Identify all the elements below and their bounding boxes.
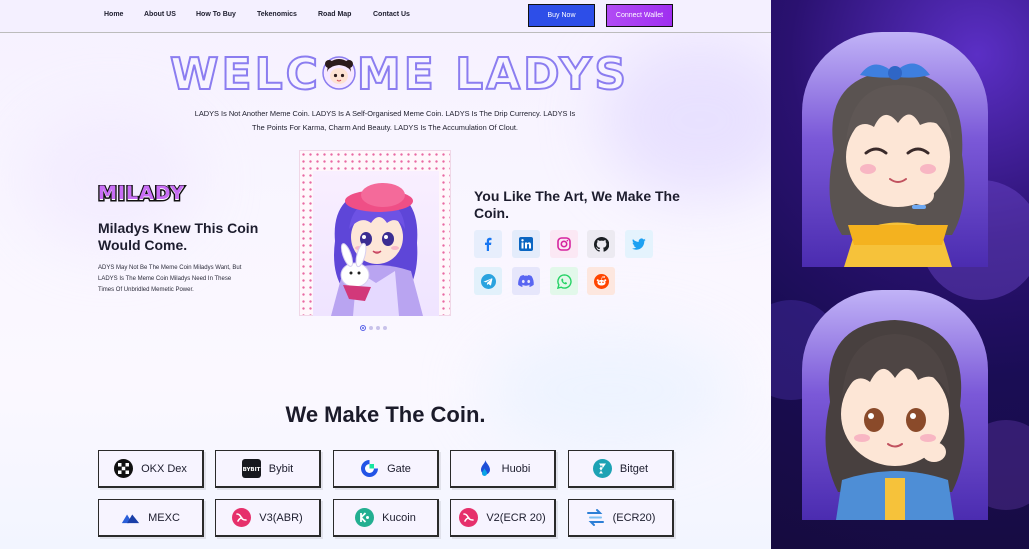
exchange-label: V2(ECR 20) <box>486 511 546 524</box>
chibi-girl-illustration <box>829 63 965 267</box>
connect-wallet-button[interactable]: Connect Wallet <box>606 4 673 27</box>
hero-title: WELC ME LADYS <box>169 49 627 101</box>
facebook-link[interactable] <box>474 230 502 258</box>
nav-home-link[interactable]: Home <box>104 11 123 18</box>
hero-title-right: ME LADYS <box>356 49 630 101</box>
huobi-icon <box>475 459 494 478</box>
kucoin-icon <box>355 508 375 527</box>
milady-logo: MILADY MILADY <box>97 182 186 207</box>
navbar: Home About US How To Buy Tekenomics Road… <box>0 0 771 33</box>
gate-icon <box>360 459 379 478</box>
exchange-mexc-button[interactable]: MEXC <box>98 499 204 537</box>
discord-link[interactable] <box>512 267 540 295</box>
exchange-gate-button[interactable]: Gate <box>333 450 439 488</box>
exchange-v2-button[interactable]: V2(ECR 20) <box>450 499 556 537</box>
exchange-bybit-button[interactable]: BYBIT Bybit <box>215 450 321 488</box>
buy-now-button[interactable]: Buy Now <box>528 4 595 27</box>
svg-text:BYBIT: BYBIT <box>242 467 260 473</box>
github-icon <box>593 236 609 252</box>
facebook-icon <box>485 237 492 251</box>
decorative-panel <box>771 0 1029 549</box>
nav-tokenomics-link[interactable]: Tekenomics <box>257 11 297 18</box>
mexc-icon <box>121 508 140 527</box>
instagram-icon <box>557 237 571 251</box>
nav-road-map-link[interactable]: Road Map <box>318 11 351 18</box>
exchange-label: Gate <box>387 462 411 475</box>
background-blob <box>480 330 740 450</box>
github-link[interactable] <box>587 230 615 258</box>
okx-icon <box>114 459 134 478</box>
telegram-icon <box>480 273 496 289</box>
exchanges-heading: We Make The Coin. <box>0 402 771 428</box>
lady-avatar-icon <box>322 56 356 90</box>
carousel-dot[interactable] <box>376 326 380 330</box>
exchange-label: Bybit <box>268 462 294 475</box>
left-description-line: ADYS May Not Be The Meme Coin Miladys Wa… <box>98 265 242 271</box>
uniswap-icon <box>459 508 479 527</box>
carousel-dots <box>360 325 387 331</box>
instagram-link[interactable] <box>550 230 578 258</box>
exchange-label: V3(ABR) <box>259 511 303 524</box>
exchange-kucoin-button[interactable]: Kucoin <box>333 499 439 537</box>
left-heading: Miladys Knew This Coin Would Come. <box>98 220 259 253</box>
intro-text-line: LADYS Is Not Another Meme Coin. LADYS Is… <box>194 109 576 118</box>
swap-icon <box>586 508 605 527</box>
carousel-dot[interactable] <box>360 325 366 331</box>
exchange-okx-button[interactable]: OKX Dex <box>98 450 204 488</box>
linkedin-icon <box>519 237 533 251</box>
chibi-girl-illustration <box>825 320 965 520</box>
exchange-label: Huobi <box>501 462 531 475</box>
social-heading: You Like The Art, We Make The Coin. <box>474 188 680 221</box>
whatsapp-link[interactable] <box>550 267 578 295</box>
exchange-v3-button[interactable]: V3(ABR) <box>215 499 321 537</box>
bitget-icon <box>592 459 612 478</box>
exchange-label: OKX Dex <box>141 462 187 475</box>
nav-how-to-buy-link[interactable]: How To Buy <box>196 11 236 18</box>
artwork-frame <box>313 171 439 316</box>
exchange-huobi-button[interactable]: Huobi <box>450 450 556 488</box>
reddit-icon <box>593 273 609 289</box>
milady-logo-text: MILADY <box>98 182 185 204</box>
hero-title-left: WELC <box>169 49 321 101</box>
reddit-link[interactable] <box>587 267 615 295</box>
exchange-label: Bitget <box>619 462 649 475</box>
exchange-label: Kucoin <box>382 511 416 524</box>
main-page: Home About US How To Buy Tekenomics Road… <box>0 0 771 549</box>
exchanges-heading-text: We Make The Coin. <box>285 402 486 427</box>
left-description-line: Times Of Unbridled Memetic Power. <box>98 287 194 293</box>
twitter-link[interactable] <box>625 230 653 258</box>
carousel-dot[interactable] <box>369 326 373 330</box>
exchange-label: (ECR20) <box>612 511 656 524</box>
discord-icon <box>518 275 534 287</box>
nav-contact-link[interactable]: Contact Us <box>373 11 410 18</box>
telegram-link[interactable] <box>474 267 502 295</box>
whatsapp-icon <box>556 273 572 289</box>
carousel-dot[interactable] <box>383 326 387 330</box>
bybit-icon: BYBIT <box>241 459 261 478</box>
exchange-erc20-button[interactable]: (ECR20) <box>568 499 674 537</box>
exchange-label: MEXC <box>148 511 180 524</box>
exchange-bitget-button[interactable]: Bitget <box>568 450 674 488</box>
art-carousel-card[interactable] <box>299 150 451 316</box>
linkedin-link[interactable] <box>512 230 540 258</box>
nav-about-link[interactable]: About US <box>144 11 176 18</box>
left-description-line: LADYS Is The Meme Coin Miladys Need In T… <box>98 276 232 282</box>
anime-girl-artwork <box>331 183 423 316</box>
intro-text-line: The Points For Karma, Charm And Beauty. … <box>252 123 518 132</box>
twitter-icon <box>632 238 646 250</box>
uniswap-icon <box>232 508 252 527</box>
